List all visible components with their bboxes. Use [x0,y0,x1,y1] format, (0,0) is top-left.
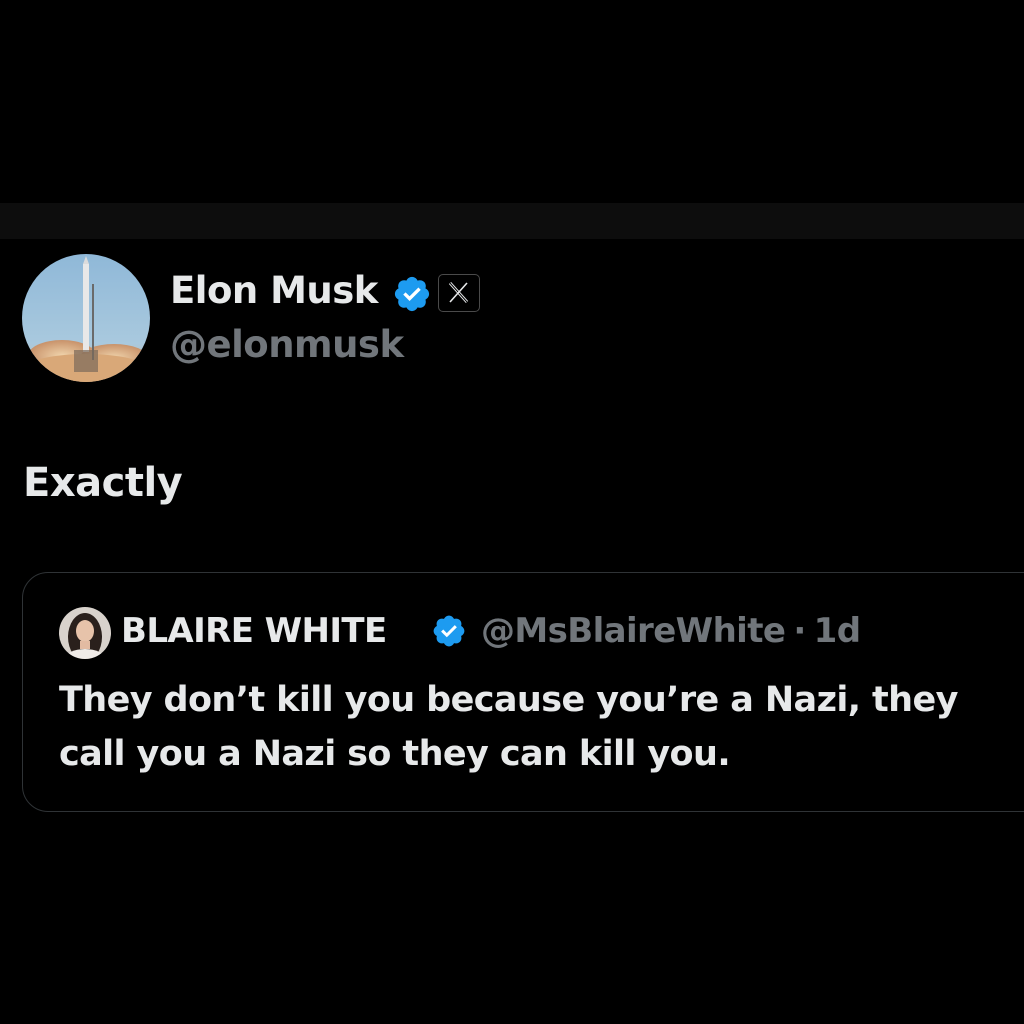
x-logo-icon[interactable] [438,274,480,312]
post-screen: Elon Musk @elonmusk Exactly BLAIRE WHITE… [0,0,1024,1024]
quoted-post-text: They don’t kill you because you’re a Naz… [59,680,958,774]
verified-badge-icon [392,274,432,314]
author-name[interactable]: Elon Musk [170,268,378,314]
verified-badge-icon [431,613,467,649]
quoted-post-card[interactable]: BLAIRE WHITE @MsBlaireWhite · 1d They don’… [22,572,1024,812]
post-text: Exactly [23,460,183,506]
meta-separator: · [793,611,806,651]
quoted-post-meta: @MsBlaireWhite · 1d [481,609,861,653]
rocket-launch-avatar-icon [22,254,150,382]
quoted-author-avatar[interactable] [59,607,111,659]
profile-photo-avatar-icon [59,607,111,659]
author-avatar[interactable] [22,254,150,382]
quoted-author-name[interactable]: BLAIRE WHITE [121,609,387,653]
author-handle[interactable]: @elonmusk [170,322,404,368]
header-divider [0,203,1024,239]
quoted-author-handle[interactable]: @MsBlaireWhite [481,611,786,651]
quoted-post-time[interactable]: 1d [814,611,861,651]
